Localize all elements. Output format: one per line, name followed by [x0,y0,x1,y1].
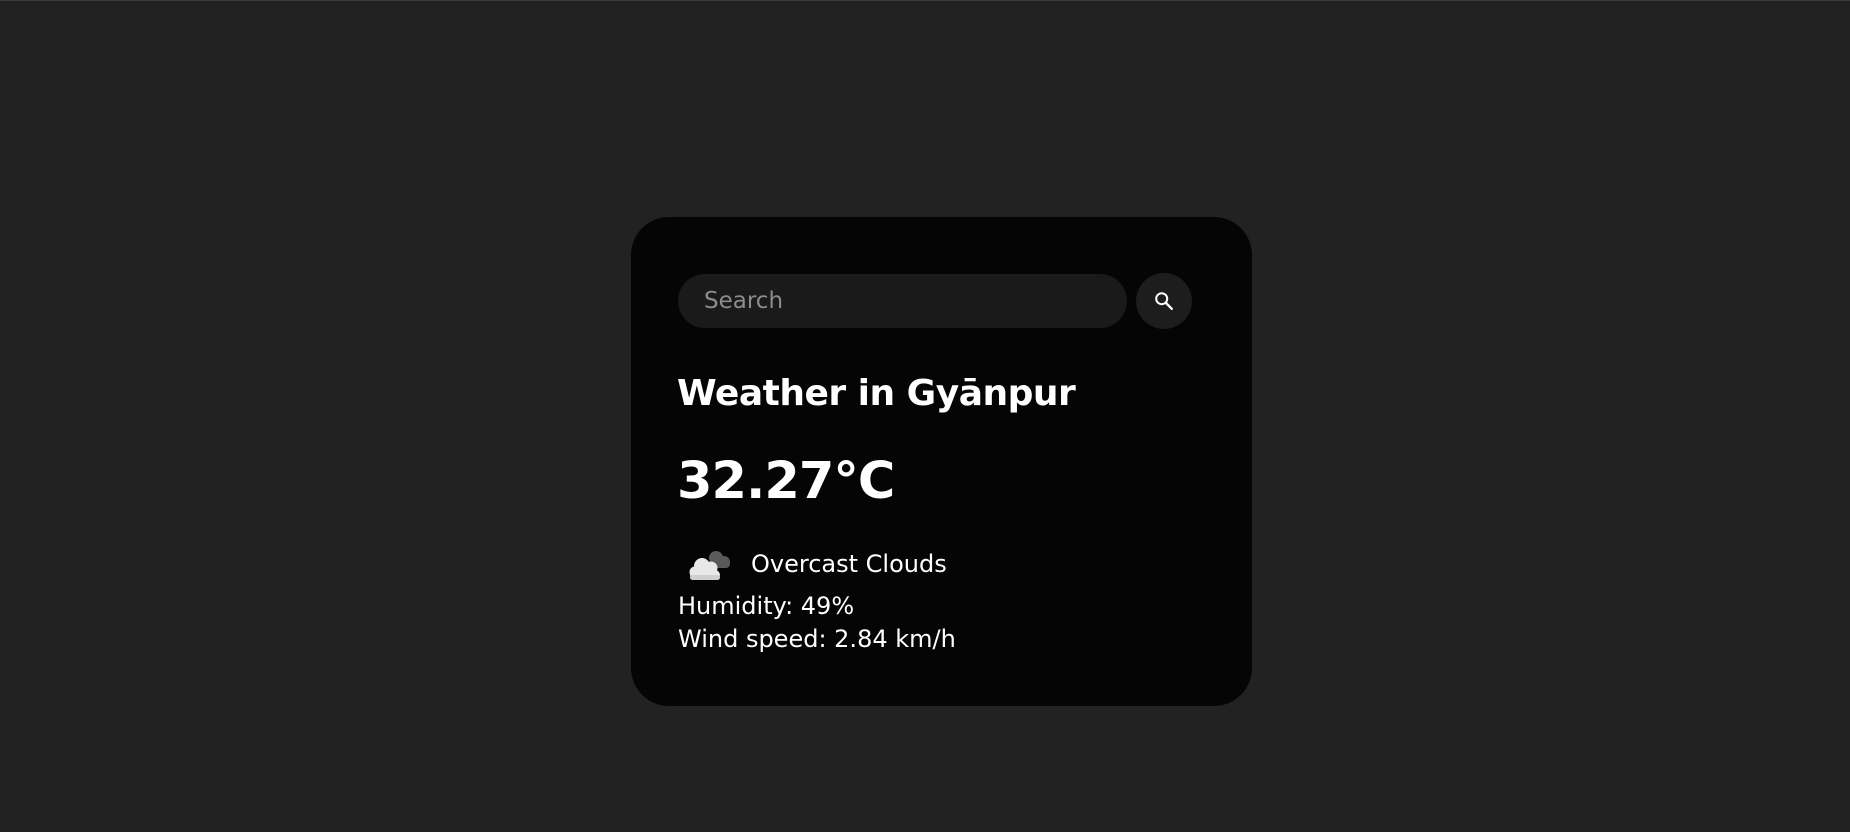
search-bar [678,273,1204,329]
overcast-clouds-icon [689,551,730,580]
city-title: Weather in Gyānpur [677,373,1076,414]
wind-speed: Wind speed: 2.84 km/h [678,625,956,653]
window-top-border [0,0,1850,1]
search-input[interactable] [678,274,1127,328]
search-button[interactable] [1136,273,1192,329]
weather-description-row: Overcast Clouds [678,540,1204,588]
search-icon [1155,292,1173,310]
humidity: Humidity: 49% [678,592,855,620]
weather-card: Weather in Gyānpur 32.27°C Overcast Clou… [631,217,1252,706]
temperature: 32.27°C [677,452,895,511]
weather-description: Overcast Clouds [751,550,947,578]
